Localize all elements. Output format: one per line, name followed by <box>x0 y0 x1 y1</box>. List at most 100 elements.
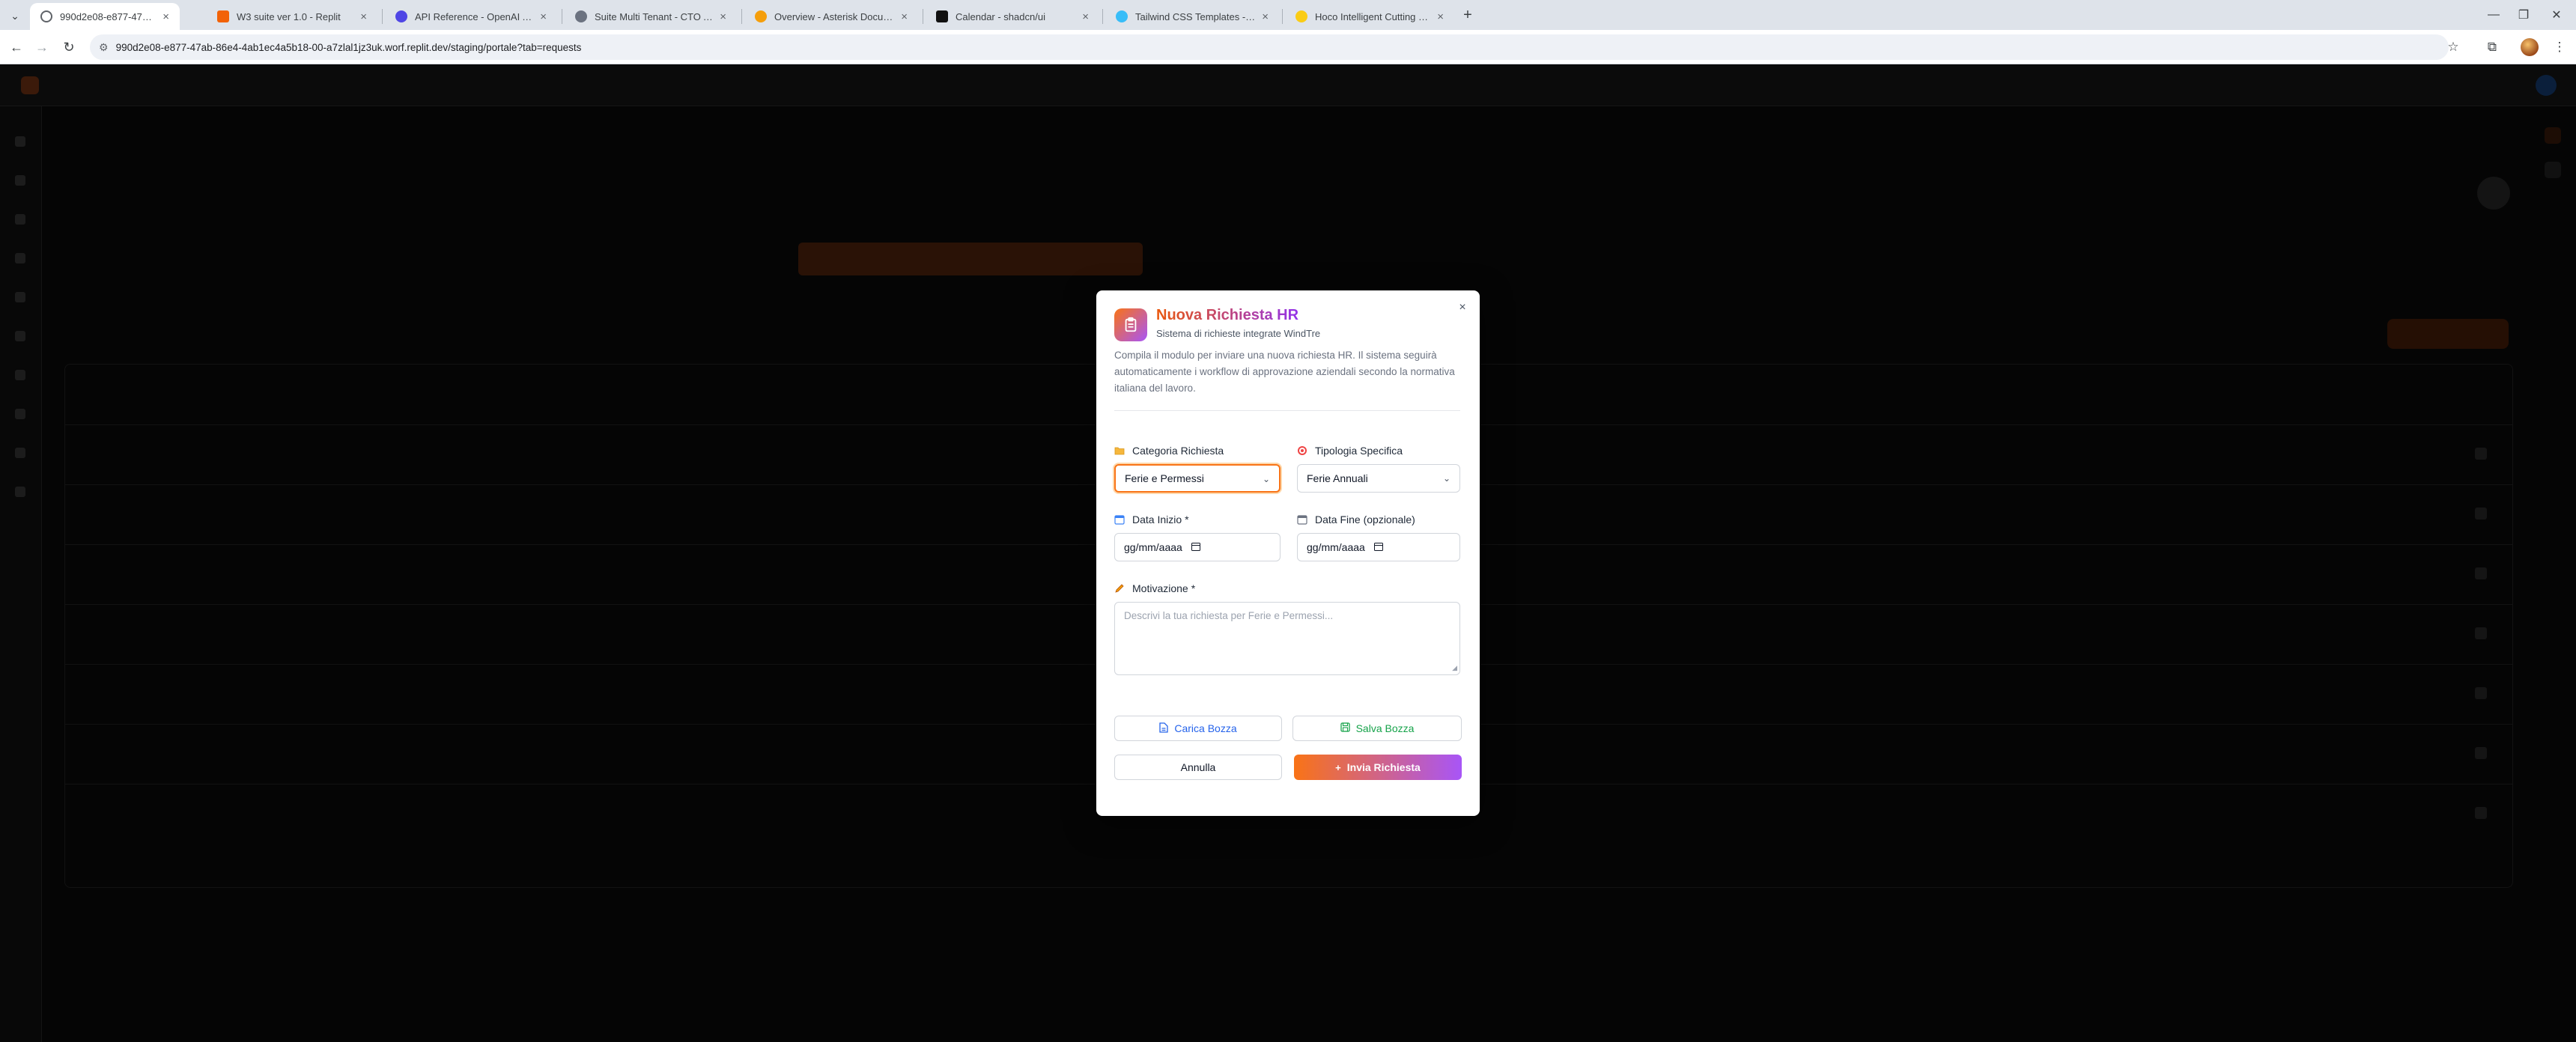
calendar-icon <box>1297 514 1307 525</box>
background-tab <box>64 243 394 275</box>
category-label: Categoria Richiesta <box>1114 445 1224 457</box>
sidebar-icon <box>15 448 25 458</box>
tab-search-chevron-icon[interactable]: ⌄ <box>4 6 25 25</box>
globe-icon <box>40 10 52 22</box>
type-select[interactable]: Ferie Annuali ⌄ <box>1297 464 1460 493</box>
end-date-label: Data Fine (opzionale) <box>1297 514 1415 525</box>
tailwind-icon <box>1116 10 1128 22</box>
maximize-button[interactable]: ❐ <box>2509 4 2539 25</box>
row-action-icon <box>2475 747 2487 759</box>
back-arrow-icon[interactable]: ← <box>6 37 27 58</box>
app-user-avatar <box>2536 75 2557 96</box>
chevron-down-icon: ⌄ <box>1262 474 1270 484</box>
document-icon <box>575 10 587 22</box>
row-action-icon <box>2475 807 2487 819</box>
tab-divider <box>741 9 742 24</box>
tab-title: W3 suite ver 1.0 - Replit <box>237 10 341 22</box>
category-select[interactable]: Ferie e Permessi ⌄ <box>1114 464 1281 493</box>
row-action-icon <box>2475 448 2487 460</box>
close-window-button[interactable]: ✕ <box>2542 4 2572 25</box>
browser-tab[interactable]: Suite Multi Tenant - CTO Analisi × <box>565 3 737 30</box>
close-tab-icon[interactable]: × <box>540 10 547 23</box>
tab-divider <box>1282 9 1283 24</box>
sidebar-icon <box>15 253 25 263</box>
resize-handle-icon[interactable]: ◢ <box>1452 664 1457 672</box>
type-label: Tipologia Specifica <box>1297 445 1403 457</box>
app-topbar <box>0 64 2576 106</box>
row-action-icon <box>2475 567 2487 579</box>
browser-tab-active[interactable]: 990d2e08-e877-47ab-86e4-4ab1ec4a5b18 × <box>30 3 180 30</box>
calendar-icon <box>1114 514 1125 525</box>
right-rail-icon <box>2545 162 2561 178</box>
openai-icon <box>395 10 407 22</box>
right-rail-icon <box>2545 127 2561 144</box>
close-tab-icon[interactable]: × <box>360 10 367 23</box>
browser-tab[interactable]: API Reference - OpenAI API × <box>385 3 557 30</box>
tab-divider <box>1102 9 1103 24</box>
close-tab-icon[interactable]: × <box>1082 10 1089 23</box>
shadcn-icon <box>936 10 948 22</box>
save-icon <box>1340 722 1350 734</box>
end-date-input[interactable]: gg/mm/aaaa <box>1297 533 1460 561</box>
start-date-label: Data Inizio * <box>1114 514 1189 525</box>
browser-tab[interactable]: Hoco Intelligent Cutting Machine × <box>1285 3 1454 30</box>
browser-tab[interactable]: Overview - Asterisk Documentation × <box>744 3 918 30</box>
load-draft-button[interactable]: Carica Bozza <box>1114 716 1282 741</box>
end-date-placeholder: gg/mm/aaaa <box>1307 541 1365 553</box>
cancel-button[interactable]: Annulla <box>1114 755 1282 780</box>
calendar-picker-icon[interactable] <box>1191 542 1200 553</box>
asterisk-icon <box>755 10 767 22</box>
save-draft-button[interactable]: Salva Bozza <box>1292 716 1462 741</box>
url-field[interactable]: ⚙ 990d2e08-e877-47ab-86e4-4ab1ec4a5b18-0… <box>90 34 2449 60</box>
tab-title: API Reference - OpenAI API <box>415 10 535 22</box>
sidebar-icon <box>15 487 25 497</box>
tab-title: Overview - Asterisk Documentation <box>774 10 896 22</box>
close-tab-icon[interactable]: × <box>162 10 169 23</box>
start-date-input[interactable]: gg/mm/aaaa <box>1114 533 1281 561</box>
address-bar-row: ← → ↻ ⚙ 990d2e08-e877-47ab-86e4-4ab1ec4a… <box>0 30 2576 64</box>
app-logo <box>21 76 39 94</box>
clock-avatar <box>2477 177 2510 210</box>
file-icon <box>1159 722 1169 735</box>
hoco-icon <box>1295 10 1307 22</box>
close-tab-icon[interactable]: × <box>901 10 908 23</box>
close-tab-icon[interactable]: × <box>1437 10 1444 23</box>
tab-title: Hoco Intelligent Cutting Machine <box>1315 10 1431 22</box>
extensions-icon[interactable]: ⧉ <box>2482 37 2503 58</box>
more-menu-icon[interactable]: ⋮ <box>2549 37 2570 58</box>
browser-tab[interactable]: Calendar - shadcn/ui × <box>926 3 1099 30</box>
tab-title: Suite Multi Tenant - CTO Analisi <box>595 10 714 22</box>
clipboard-icon <box>1114 308 1147 341</box>
sidebar-icon <box>15 331 25 341</box>
close-icon[interactable]: × <box>1454 299 1471 316</box>
pencil-icon <box>1114 583 1125 594</box>
close-tab-icon[interactable]: × <box>720 10 726 23</box>
sidebar-icon <box>15 136 25 147</box>
divider <box>1114 410 1460 411</box>
forward-arrow-icon[interactable]: → <box>31 37 52 58</box>
start-date-placeholder: gg/mm/aaaa <box>1124 541 1182 553</box>
browser-tab[interactable]: Tailwind CSS Templates - Tailwind × <box>1105 3 1279 30</box>
dialog-title: Nuova Richiesta HR <box>1156 307 1299 323</box>
new-hr-request-dialog: × Nuova Richiesta HR Sistema di richiest… <box>1096 290 1480 816</box>
reason-placeholder: Descrivi la tua richiesta per Ferie e Pe… <box>1124 610 1334 621</box>
folder-icon <box>1114 445 1125 456</box>
bookmark-star-icon[interactable]: ☆ <box>2443 37 2464 58</box>
submit-request-button[interactable]: + Invia Richiesta <box>1294 755 1462 780</box>
new-tab-button[interactable]: + <box>1457 4 1478 25</box>
category-value: Ferie e Permessi <box>1125 472 1204 484</box>
sidebar-icon <box>15 292 25 302</box>
minimize-button[interactable]: — <box>2479 4 2509 25</box>
sidebar-icon <box>15 370 25 380</box>
reason-textarea[interactable]: Descrivi la tua richiesta per Ferie e Pe… <box>1114 602 1460 675</box>
profile-avatar[interactable] <box>2521 38 2539 56</box>
site-info-icon[interactable]: ⚙ <box>99 41 109 54</box>
calendar-picker-icon[interactable] <box>1373 542 1383 553</box>
row-action-icon <box>2475 687 2487 699</box>
replit-icon <box>217 10 229 22</box>
background-new-request-button <box>2387 319 2509 349</box>
browser-tab[interactable]: W3 suite ver 1.0 - Replit × <box>207 3 377 30</box>
reload-icon[interactable]: ↻ <box>58 37 79 58</box>
sidebar-icon <box>15 175 25 186</box>
close-tab-icon[interactable]: × <box>1262 10 1269 23</box>
